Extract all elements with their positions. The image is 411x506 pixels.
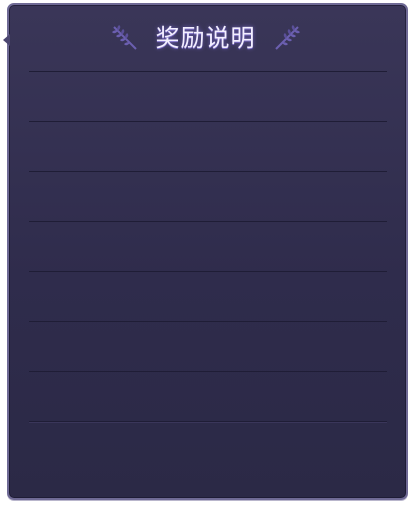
laurel-right-icon xyxy=(274,25,300,50)
dialog-header: 奖励说明 xyxy=(0,18,411,58)
reward-row xyxy=(29,171,387,221)
dialog-title: 奖励说明 xyxy=(155,24,256,52)
reward-row xyxy=(29,271,387,321)
reward-row xyxy=(29,71,387,121)
reward-list xyxy=(29,71,387,422)
laurel-left-icon xyxy=(111,25,137,50)
reward-row xyxy=(29,221,387,271)
reward-row xyxy=(29,421,387,422)
reward-row xyxy=(29,371,387,421)
reward-row xyxy=(29,321,387,371)
reward-row xyxy=(29,121,387,171)
